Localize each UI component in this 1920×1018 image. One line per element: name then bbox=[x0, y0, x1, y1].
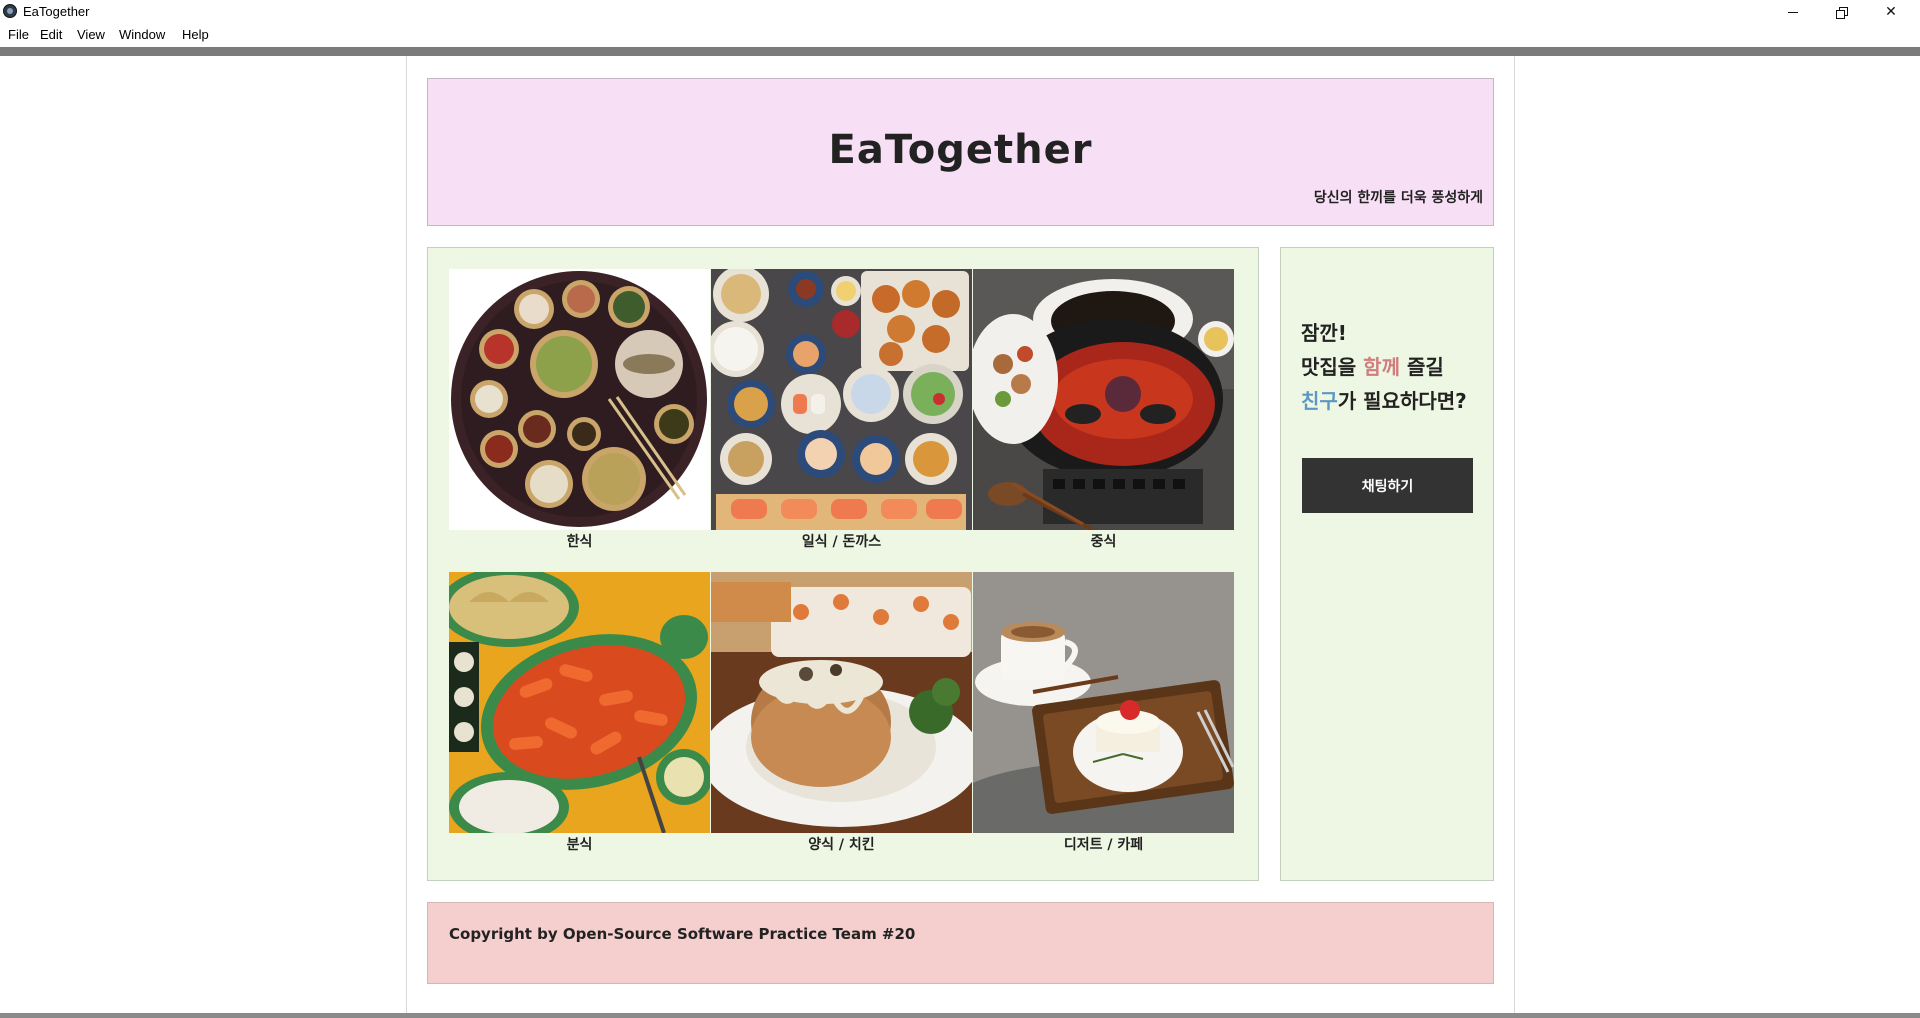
japanese-food-image bbox=[711, 269, 972, 530]
site-title: EaTogether bbox=[828, 127, 1093, 173]
category-tile-dessert[interactable] bbox=[973, 572, 1234, 833]
category-label-chinese[interactable]: 중식 bbox=[973, 531, 1234, 551]
category-grid: 한식 일식 / 돈까스 중식 분식 양식 / 치킨 디저트 / 카페 bbox=[427, 247, 1259, 881]
copyright-text: Copyright by Open-Source Software Practi… bbox=[449, 925, 916, 943]
promo-line-3: 친구가 필요하다면? bbox=[1301, 384, 1467, 418]
menu-view[interactable]: View bbox=[77, 27, 105, 42]
close-button[interactable]: ✕ bbox=[1868, 0, 1914, 24]
category-label-snack[interactable]: 분식 bbox=[449, 834, 710, 854]
menu-bar: File Edit View Window Help bbox=[0, 24, 1920, 46]
promo-highlight-together: 함께 bbox=[1363, 355, 1400, 379]
category-tile-japanese[interactable] bbox=[711, 269, 972, 530]
menu-edit[interactable]: Edit bbox=[40, 27, 62, 42]
site-footer: Copyright by Open-Source Software Practi… bbox=[427, 902, 1494, 984]
category-label-korean[interactable]: 한식 bbox=[449, 531, 710, 551]
western-food-image bbox=[711, 572, 972, 833]
window-divider bbox=[0, 47, 1920, 56]
snack-food-image bbox=[449, 572, 710, 833]
restore-icon bbox=[1836, 7, 1848, 19]
minimize-icon bbox=[1788, 11, 1798, 13]
dessert-cafe-image bbox=[973, 572, 1234, 833]
close-icon: ✕ bbox=[1885, 4, 1897, 20]
category-tile-chinese[interactable] bbox=[973, 269, 1234, 530]
menu-window[interactable]: Window bbox=[119, 27, 165, 42]
category-label-japanese[interactable]: 일식 / 돈까스 bbox=[711, 531, 972, 551]
restore-button[interactable] bbox=[1818, 0, 1864, 24]
chat-promo-text: 잠깐! 맛집을 함께 즐길 친구가 필요하다면? bbox=[1301, 316, 1467, 418]
chat-button[interactable]: 채팅하기 bbox=[1302, 458, 1473, 513]
chinese-food-image bbox=[973, 269, 1234, 530]
promo-text: 가 필요하다면? bbox=[1337, 389, 1467, 413]
promo-text: 즐길 bbox=[1399, 355, 1444, 379]
minimize-button[interactable] bbox=[1770, 0, 1816, 24]
category-tile-western[interactable] bbox=[711, 572, 972, 833]
category-tile-snack[interactable] bbox=[449, 572, 710, 833]
promo-highlight-friend: 친구 bbox=[1301, 389, 1338, 413]
menu-help[interactable]: Help bbox=[182, 27, 209, 42]
menu-file[interactable]: File bbox=[8, 27, 29, 42]
promo-line-2: 맛집을 함께 즐길 bbox=[1301, 350, 1467, 384]
category-tile-korean[interactable] bbox=[449, 269, 710, 530]
site-header: EaTogether 당신의 한끼를 더욱 풍성하게 bbox=[427, 78, 1494, 226]
window-title: EaTogether bbox=[23, 4, 90, 19]
category-label-dessert[interactable]: 디저트 / 카페 bbox=[973, 834, 1234, 854]
site-subtitle: 당신의 한끼를 더욱 풍성하게 bbox=[1313, 190, 1483, 206]
korean-food-image bbox=[449, 269, 710, 530]
chat-promo-panel: 잠깐! 맛집을 함께 즐길 친구가 필요하다면? 채팅하기 bbox=[1280, 247, 1494, 881]
window-bottom-border bbox=[0, 1013, 1920, 1018]
promo-text: 맛집을 bbox=[1301, 355, 1364, 379]
app-icon bbox=[3, 4, 17, 18]
category-label-western[interactable]: 양식 / 치킨 bbox=[711, 834, 972, 854]
window-titlebar: EaTogether ✕ bbox=[0, 0, 1920, 24]
promo-line-1: 잠깐! bbox=[1301, 321, 1347, 345]
